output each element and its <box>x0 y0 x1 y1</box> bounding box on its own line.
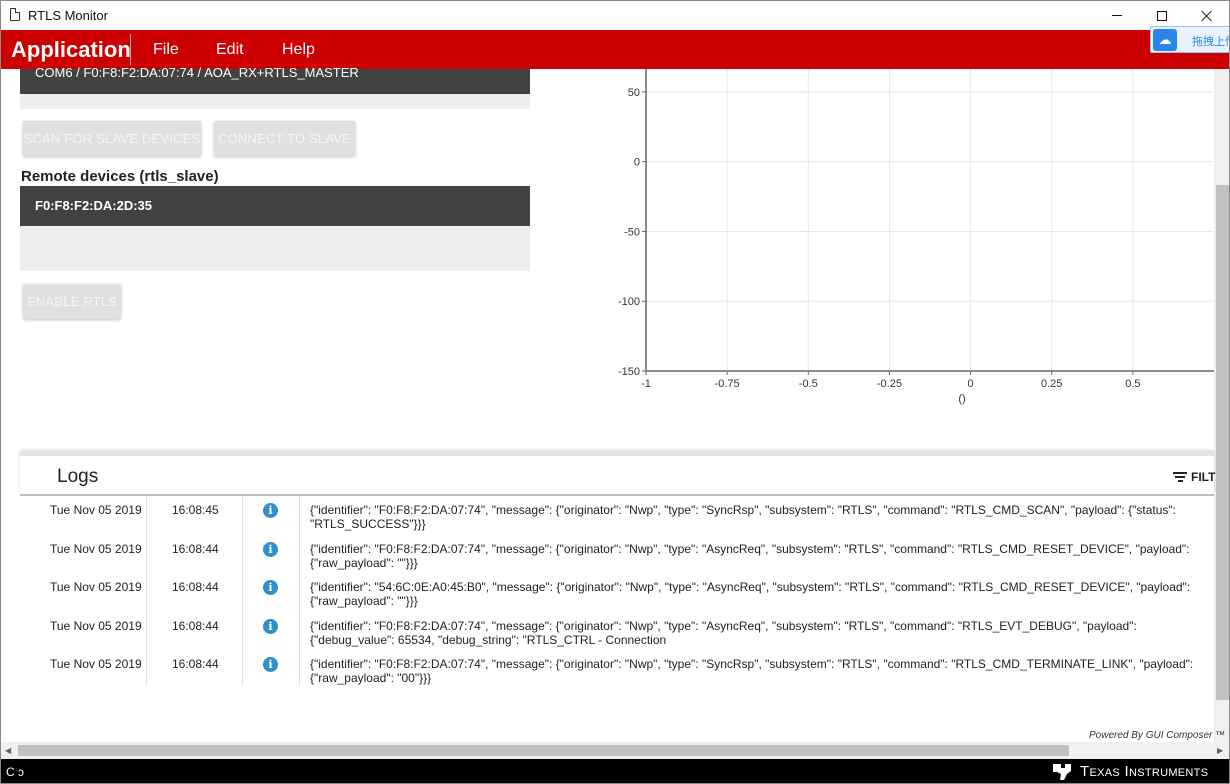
ti-logo-icon <box>1053 764 1071 780</box>
maximize-icon <box>1156 10 1167 21</box>
log-time: 16:08:44 <box>172 580 219 594</box>
log-row: Tue Nov 05 2019 16:08:44 i {"identifier": "… <box>20 535 1214 573</box>
menu-edit[interactable]: Edit <box>216 41 244 59</box>
enable-rtls-button[interactable]: ENABLE RTLS <box>23 284 121 319</box>
log-time: 16:08:44 <box>172 657 219 671</box>
logs-title: Logs <box>57 466 99 487</box>
x-tick-label: -0.75 <box>715 378 740 390</box>
vertical-scrollbar[interactable] <box>1214 69 1229 759</box>
scroll-left-arrow-icon[interactable]: ◀ <box>5 746 11 755</box>
logs-table: Tue Nov 05 2019 16:08:45 i {"identifier": "… <box>20 496 1214 686</box>
horizontal-scrollbar[interactable]: ◀ ▶ <box>1 742 1229 759</box>
left-panel: COM6 / F0:F8:F2:DA:07:74 / AOA_RX+RTLS_M… <box>1 66 601 449</box>
upload-overlay-widget[interactable]: ☁ 拖拽上传 <box>1150 26 1229 53</box>
filter-icon <box>1173 472 1187 482</box>
vertical-scrollbar-thumb[interactable] <box>1216 185 1229 700</box>
log-row: Tue Nov 05 2019 16:08:45 i {"identifier": "… <box>20 496 1214 534</box>
minimize-icon <box>1111 15 1122 16</box>
minimize-button[interactable] <box>1094 1 1139 30</box>
remote-device-list: F0:F8:F2:DA:2D:35 <box>20 186 530 271</box>
log-date: Tue Nov 05 2019 <box>50 657 142 671</box>
menu-bar: Application File Edit Help <box>1 30 1229 69</box>
x-tick-label: -0.5 <box>799 378 818 390</box>
app-title: Application <box>11 37 131 62</box>
log-time: 16:08:45 <box>172 503 219 517</box>
plot-svg: -1 -0.75 -0.5 -0.25 0 0.25 0.5 50 0 -50 -100 -150 () <box>618 69 1214 405</box>
log-message: {"identifier": "F0:F8:F2:DA:07:74", "mes… <box>310 503 1180 531</box>
position-plot: -1 -0.75 -0.5 -0.25 0 0.25 0.5 50 0 -50 -100 -150 () <box>601 69 1214 449</box>
menu-help[interactable]: Help <box>282 41 315 59</box>
menu-file[interactable]: File <box>153 41 179 59</box>
menu-separator <box>130 34 131 65</box>
x-tick-label: 0 <box>968 378 974 390</box>
log-row: Tue Nov 05 2019 16:08:44 i {"identifier": "… <box>20 612 1214 650</box>
scan-for-slave-devices-button[interactable]: SCAN FOR SLAVE DEVICES <box>23 121 201 156</box>
selected-port[interactable]: COM6 / F0:F8:F2:DA:07:74 / AOA_RX+RTLS_M… <box>20 66 530 94</box>
log-date: Tue Nov 05 2019 <box>50 580 142 594</box>
log-message: {"identifier": "F0:F8:F2:DA:07:74", "mes… <box>310 541 1193 570</box>
close-icon <box>1201 10 1213 22</box>
info-icon: i <box>263 618 278 634</box>
upload-overlay-text: 拖拽上传 <box>1192 36 1229 48</box>
x-tick-label: -1 <box>641 378 651 390</box>
log-date: Tue Nov 05 2019 <box>50 618 142 633</box>
selected-port-label: COM6 / F0:F8:F2:DA:07:74 / AOA_RX+RTLS_M… <box>35 65 359 80</box>
y-tick-label: 0 <box>634 157 640 169</box>
y-tick-label: -50 <box>624 226 640 238</box>
y-tick-label: -100 <box>618 296 640 308</box>
log-message: {"identifier": "54:6C:0E:A0:45:B0", "mes… <box>310 580 1194 608</box>
log-message: {"identifier": "F0:F8:F2:DA:07:74", "mes… <box>310 618 1137 649</box>
x-tick-label: -0.25 <box>877 378 902 390</box>
x-tick-label: 0.25 <box>1041 378 1062 390</box>
log-date: Tue Nov 05 2019 <box>50 541 142 556</box>
connect-to-slave-button[interactable]: CONNECT TO SLAVE <box>214 121 355 156</box>
window-title: RTLS Monitor <box>28 8 108 23</box>
logs-panel: Logs FILT Tue Nov 05 2019 16:08:45 i {"iden… <box>20 452 1225 742</box>
remote-devices-heading: Remote devices (rtls_slave) <box>21 168 219 185</box>
footer: C ↄ Texas Instruments <box>1 759 1229 783</box>
info-icon: i <box>263 503 278 518</box>
footer-status-glyph: C ↄ <box>6 765 24 779</box>
app-window: RTLS Monitor Application File Edit Help … <box>0 0 1230 784</box>
scroll-right-arrow-icon[interactable]: ▶ <box>1217 746 1223 755</box>
y-tick-label: 50 <box>628 87 640 99</box>
document-icon <box>10 8 20 21</box>
filter-button[interactable]: FILT <box>1173 470 1215 484</box>
log-row: Tue Nov 05 2019 16:08:44 i {"identifier": "… <box>20 573 1214 611</box>
log-time: 16:08:44 <box>172 618 219 633</box>
x-axis-label: () <box>958 393 965 405</box>
cloud-icon: ☁ <box>1153 29 1177 51</box>
logs-header: Logs FILT <box>20 452 1215 494</box>
info-icon: i <box>263 580 278 595</box>
remote-device-item[interactable]: F0:F8:F2:DA:2D:35 <box>20 186 530 226</box>
info-icon: i <box>263 657 278 672</box>
powered-by-text: Powered By GUI Composer ™ <box>1089 730 1226 741</box>
horizontal-scrollbar-thumb[interactable] <box>18 745 1069 756</box>
log-time: 16:08:44 <box>172 541 219 556</box>
filter-label: FILT <box>1191 470 1216 484</box>
y-tick-label: -150 <box>618 366 640 378</box>
log-message: {"identifier": "F0:F8:F2:DA:07:74", "mes… <box>310 657 1197 685</box>
ti-brand-text: Texas Instruments <box>1080 763 1209 780</box>
log-row: Tue Nov 05 2019 16:08:44 i {"identifier": "… <box>20 650 1214 686</box>
log-date: Tue Nov 05 2019 <box>50 503 142 517</box>
x-tick-label: 0.5 <box>1125 378 1140 390</box>
port-list-area <box>20 94 530 109</box>
info-icon: i <box>263 541 278 557</box>
title-bar: RTLS Monitor <box>1 1 1229 30</box>
